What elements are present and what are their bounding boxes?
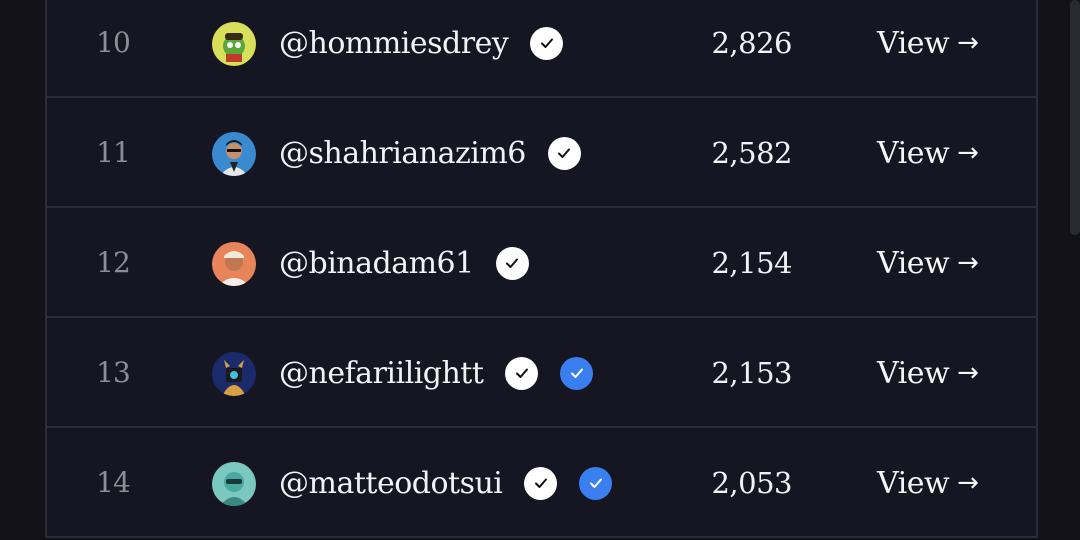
view-button[interactable]: View → xyxy=(877,428,979,538)
user-handle-group: @hommiesdrey xyxy=(279,0,564,98)
user-handle[interactable]: @binadam61 xyxy=(279,246,474,281)
arrow-right-icon: → xyxy=(957,468,979,498)
view-button[interactable]: View → xyxy=(877,208,979,318)
view-button[interactable]: View → xyxy=(877,98,979,208)
avatar[interactable] xyxy=(212,352,256,396)
user-handle-group: @binadam61 xyxy=(279,208,529,318)
check-circle-icon xyxy=(495,246,529,280)
table-row: 11 @shahrianazim6 2,582 View → xyxy=(47,98,1036,208)
user-handle[interactable]: @matteodotsui xyxy=(279,466,503,501)
score-value: 2,154 xyxy=(711,246,792,280)
leaderboard-page: 10 @hommiesdrey 2,826 View → 11 @shahria… xyxy=(0,0,1080,540)
view-label: View xyxy=(877,135,950,171)
rank-number: 11 xyxy=(96,136,131,169)
user-handle-group: @shahrianazim6 xyxy=(279,98,581,208)
table-row: 10 @hommiesdrey 2,826 View → xyxy=(47,0,1036,98)
view-label: View xyxy=(877,245,950,281)
avatar[interactable] xyxy=(212,242,256,286)
view-label: View xyxy=(877,25,950,61)
table-row: 12 @binadam61 2,154 View → xyxy=(47,208,1036,318)
score-value: 2,053 xyxy=(711,466,792,500)
arrow-right-icon: → xyxy=(957,138,979,168)
avatar[interactable] xyxy=(212,132,256,176)
user-handle[interactable]: @hommiesdrey xyxy=(279,26,509,61)
score-value: 2,826 xyxy=(711,26,792,60)
view-label: View xyxy=(877,465,950,501)
view-label: View xyxy=(877,355,950,391)
arrow-right-icon: → xyxy=(957,358,979,388)
check-circle-icon xyxy=(547,136,581,170)
rank-number: 14 xyxy=(96,466,131,499)
rank-number: 10 xyxy=(96,26,131,59)
blue-check-icon xyxy=(560,356,594,390)
scrollbar[interactable] xyxy=(1070,0,1080,235)
user-handle[interactable]: @shahrianazim6 xyxy=(279,136,526,171)
avatar[interactable] xyxy=(212,22,256,66)
blue-check-icon xyxy=(579,466,613,500)
user-handle[interactable]: @nefariilightt xyxy=(279,356,484,391)
user-handle-group: @matteodotsui xyxy=(279,428,613,538)
table-row: 13 @nefariilightt 2,153 View → xyxy=(47,318,1036,428)
check-circle-icon xyxy=(524,466,558,500)
rank-number: 13 xyxy=(96,356,131,389)
score-value: 2,582 xyxy=(711,136,792,170)
arrow-right-icon: → xyxy=(957,28,979,58)
avatar[interactable] xyxy=(212,462,256,506)
check-circle-icon xyxy=(530,26,564,60)
arrow-right-icon: → xyxy=(957,248,979,278)
table-row: 14 @matteodotsui 2,053 View → xyxy=(47,428,1036,538)
leaderboard-table: 10 @hommiesdrey 2,826 View → 11 @shahria… xyxy=(45,0,1038,538)
rank-number: 12 xyxy=(96,246,131,279)
view-button[interactable]: View → xyxy=(877,0,979,98)
score-value: 2,153 xyxy=(711,356,792,390)
user-handle-group: @nefariilightt xyxy=(279,318,594,428)
view-button[interactable]: View → xyxy=(877,318,979,428)
check-circle-icon xyxy=(505,356,539,390)
